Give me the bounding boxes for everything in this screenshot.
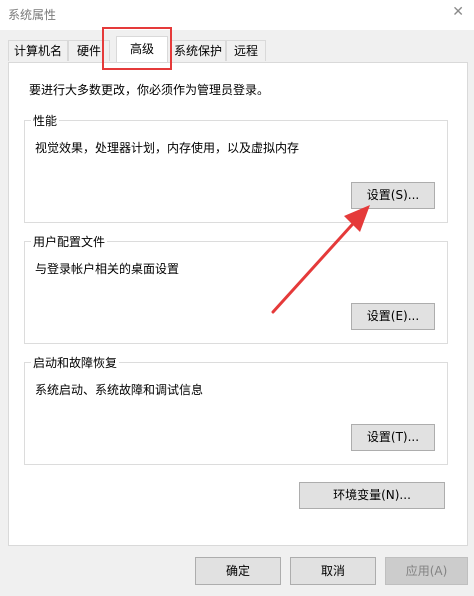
tab-computer-name[interactable]: 计算机名 xyxy=(8,40,68,61)
user-profiles-description: 与登录帐户相关的桌面设置 xyxy=(35,262,180,276)
window-title: 系统属性 xyxy=(8,8,57,22)
ok-button[interactable]: 确定 xyxy=(195,557,281,585)
apply-button[interactable]: 应用(A) xyxy=(385,557,468,585)
user-profiles-label: 用户配置文件 xyxy=(31,233,108,250)
user-profiles-settings-button[interactable]: 设置(E)... xyxy=(351,303,435,330)
title-bar: 系统属性 ✕ xyxy=(0,0,474,30)
startup-recovery-description: 系统启动、系统故障和调试信息 xyxy=(35,383,204,397)
user-profiles-group: 用户配置文件 与登录帐户相关的桌面设置 设置(E)... xyxy=(24,233,448,344)
advanced-tab-panel: 要进行大多数更改，你必须作为管理员登录。 性能 视觉效果，处理器计划，内存使用，… xyxy=(8,62,468,546)
startup-recovery-group: 启动和故障恢复 系统启动、系统故障和调试信息 设置(T)... xyxy=(24,354,448,465)
admin-note: 要进行大多数更改，你必须作为管理员登录。 xyxy=(29,83,270,97)
performance-description: 视觉效果，处理器计划，内存使用，以及虚拟内存 xyxy=(35,141,300,155)
tab-strip: 计算机名 硬件 高级 系统保护 远程 xyxy=(8,36,468,63)
cancel-button[interactable]: 取消 xyxy=(290,557,376,585)
tab-system-protection[interactable]: 系统保护 xyxy=(170,40,226,61)
tab-remote[interactable]: 远程 xyxy=(226,40,266,61)
performance-settings-button[interactable]: 设置(S)... xyxy=(351,182,435,209)
startup-recovery-label: 启动和故障恢复 xyxy=(31,354,120,371)
performance-group: 性能 视觉效果，处理器计划，内存使用，以及虚拟内存 设置(S)... xyxy=(24,112,448,223)
startup-recovery-settings-button[interactable]: 设置(T)... xyxy=(351,424,435,451)
environment-variables-button[interactable]: 环境变量(N)... xyxy=(299,482,445,509)
close-icon[interactable]: ✕ xyxy=(452,4,464,20)
tab-advanced[interactable]: 高级 xyxy=(116,36,168,62)
tab-hardware[interactable]: 硬件 xyxy=(68,40,110,61)
performance-label: 性能 xyxy=(31,112,60,129)
